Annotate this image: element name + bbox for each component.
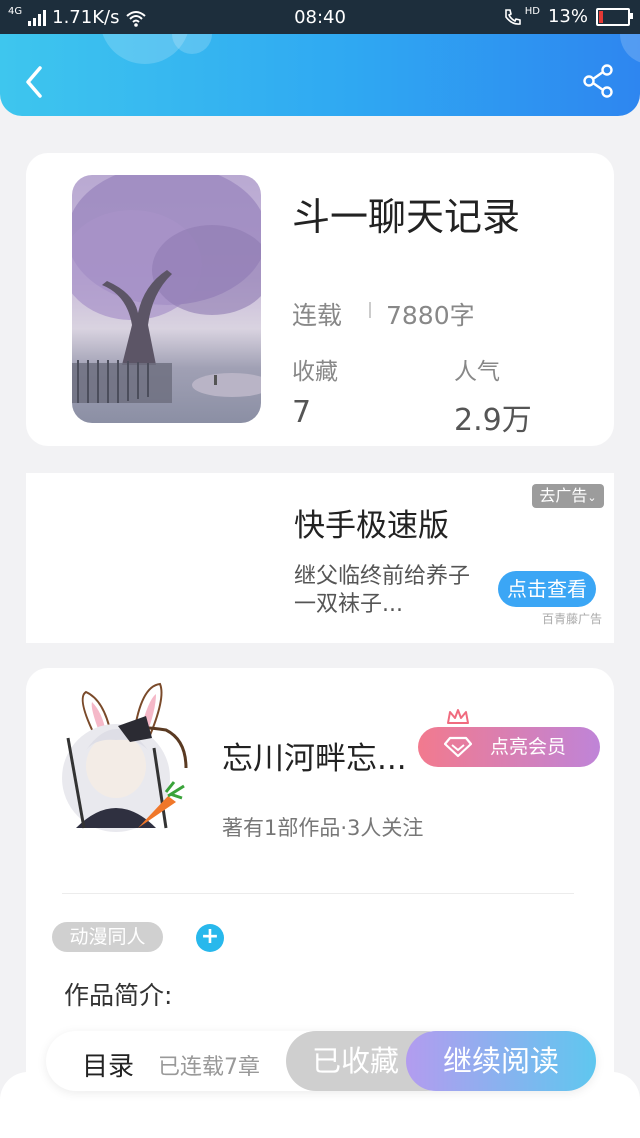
share-button[interactable] [582,64,616,98]
ad-title: 快手极速版 [294,508,449,544]
ad-description: 继父临终前给养子一双袜子... [294,564,471,617]
divider [62,893,574,894]
author-avatar[interactable] [56,678,196,838]
hd-label: HD [524,6,540,17]
battery-fill [599,10,603,23]
continue-reading-button[interactable]: 继续阅读 [406,1031,596,1091]
book-title: 斗一聊天记录 [292,195,521,239]
chapter-count: 已连载7章 [158,1055,260,1080]
favorites-value: 7 [292,395,312,430]
crown-icon [447,709,469,724]
remove-ad-button[interactable]: 去广告⌄ [532,484,604,508]
intro-label: 作品简介: [64,981,173,1010]
book-status: 连载 [292,301,343,330]
ad-source: 百青藤广告 [542,612,603,626]
toc-button[interactable]: 目录 [82,1046,134,1083]
word-count: 7880字 [386,301,475,330]
status-bar: 4G 1.71K/s 08:40 HD 13% [0,0,640,34]
meta-divider [369,302,371,318]
header [0,34,640,116]
tag-anime-fanfic[interactable]: 动漫同人 [52,922,163,952]
vip-button[interactable]: 点亮会员 [418,727,600,767]
author-stats: 著有1部作品·3人关注 [222,816,424,840]
author-name[interactable]: 忘川河畔忘... [222,733,407,778]
book-cover[interactable] [72,175,261,423]
favorites-label: 收藏 [292,359,338,385]
battery-icon [596,7,633,26]
back-button[interactable] [22,64,46,100]
phone-icon [504,8,521,25]
add-tag-button[interactable]: + [196,924,224,952]
chevron-down-icon: ⌄ [587,491,597,504]
remove-ad-label: 去广告 [539,486,588,505]
diamond-icon [444,736,472,758]
popularity-value: 2.9万 [454,403,532,438]
battery-percent: 13% [547,6,588,27]
ad-view-button[interactable]: 点击查看 [498,571,596,607]
popularity-label: 人气 [454,359,500,385]
vip-label: 点亮会员 [490,736,567,758]
